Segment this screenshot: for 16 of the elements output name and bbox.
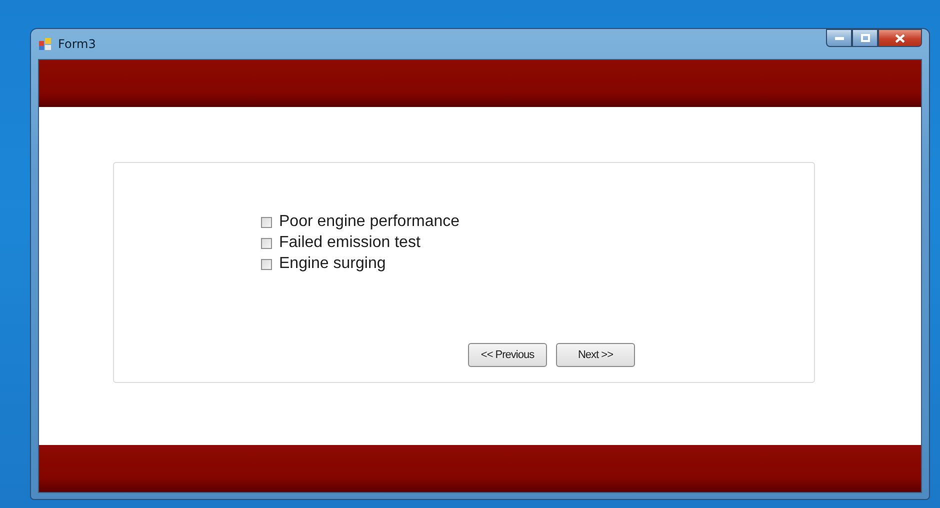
previous-button[interactable]: << Previous xyxy=(468,343,547,367)
option-label: Engine surging xyxy=(279,255,386,273)
close-button[interactable] xyxy=(878,29,922,47)
checkbox[interactable] xyxy=(261,216,272,228)
minimize-icon xyxy=(834,36,844,40)
maximize-icon xyxy=(860,34,870,42)
form-icon xyxy=(38,37,52,51)
maximize-button[interactable] xyxy=(852,29,878,47)
option-label: Poor engine performance xyxy=(279,213,460,231)
option-label: Failed emission test xyxy=(279,234,420,252)
close-icon xyxy=(895,34,905,42)
checkbox[interactable] xyxy=(261,258,272,270)
minimize-button[interactable] xyxy=(826,29,852,47)
checkbox[interactable] xyxy=(261,238,272,248)
next-button[interactable]: Next >> xyxy=(556,343,635,367)
window-title: Form3 xyxy=(58,37,96,51)
